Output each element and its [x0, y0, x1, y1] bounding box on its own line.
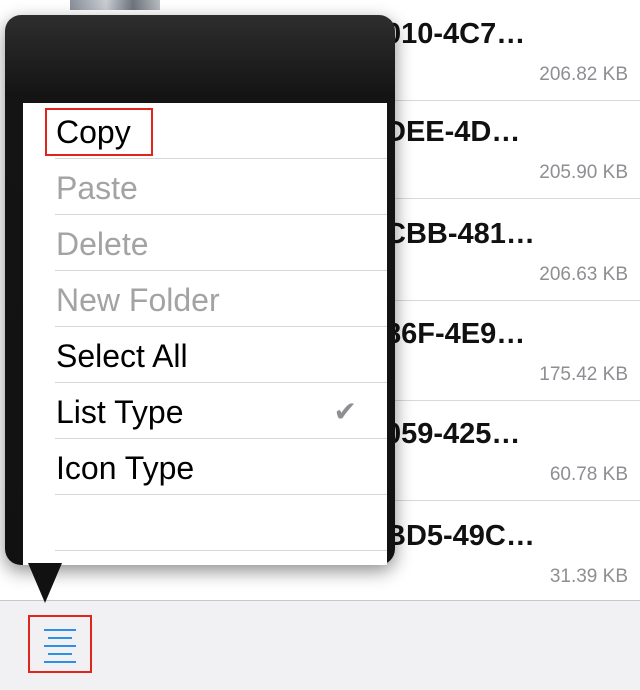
row-divider: [385, 500, 640, 501]
menu-divider: [55, 550, 387, 551]
file-size: 60.78 KB: [549, 464, 628, 485]
row-divider: [385, 400, 640, 401]
file-name: CBB-481…: [385, 218, 535, 250]
file-name: DEE-4D…: [385, 116, 521, 148]
file-name: BD5-49C…: [385, 520, 535, 552]
menu-button[interactable]: [28, 615, 92, 673]
menu-item-select-all[interactable]: Select All: [23, 327, 387, 383]
bottom-toolbar: [0, 600, 640, 690]
menu-item-delete: Delete: [23, 215, 387, 271]
menu-item-label: Paste: [56, 170, 138, 206]
file-name: 010-4C7…: [385, 18, 526, 50]
row-divider: [385, 300, 640, 301]
menu-item-icon-type[interactable]: Icon Type: [23, 439, 387, 495]
menu-popover: Copy Paste Delete New Folder Select All …: [5, 15, 395, 565]
row-divider: [385, 100, 640, 101]
menu-item-empty: [23, 495, 387, 551]
file-name: 059-425…: [385, 418, 521, 450]
checkmark-icon: ✔: [333, 396, 357, 427]
menu-item-paste: Paste: [23, 159, 387, 215]
file-size: 206.63 KB: [539, 264, 628, 285]
file-size: 205.90 KB: [539, 162, 628, 183]
file-size: 206.82 KB: [539, 64, 628, 85]
menu-item-label: List Type: [56, 394, 184, 430]
menu-item-copy[interactable]: Copy: [23, 103, 387, 159]
menu-item-new-folder: New Folder: [23, 271, 387, 327]
menu-item-label: Select All: [56, 338, 188, 374]
menu-item-list-type[interactable]: List Type ✔: [23, 383, 387, 439]
menu-panel: Copy Paste Delete New Folder Select All …: [23, 103, 387, 565]
row-divider: [385, 198, 640, 199]
file-size: 175.42 KB: [539, 364, 628, 385]
file-name: 86F-4E9…: [385, 318, 526, 350]
menu-item-label: New Folder: [56, 282, 220, 318]
menu-item-label: Icon Type: [56, 450, 195, 486]
popover-arrow: [28, 563, 62, 603]
file-thumbnail: [70, 0, 160, 10]
menu-item-label: Copy: [56, 114, 131, 150]
menu-item-label: Delete: [56, 226, 149, 262]
file-size: 31.39 KB: [549, 566, 628, 587]
